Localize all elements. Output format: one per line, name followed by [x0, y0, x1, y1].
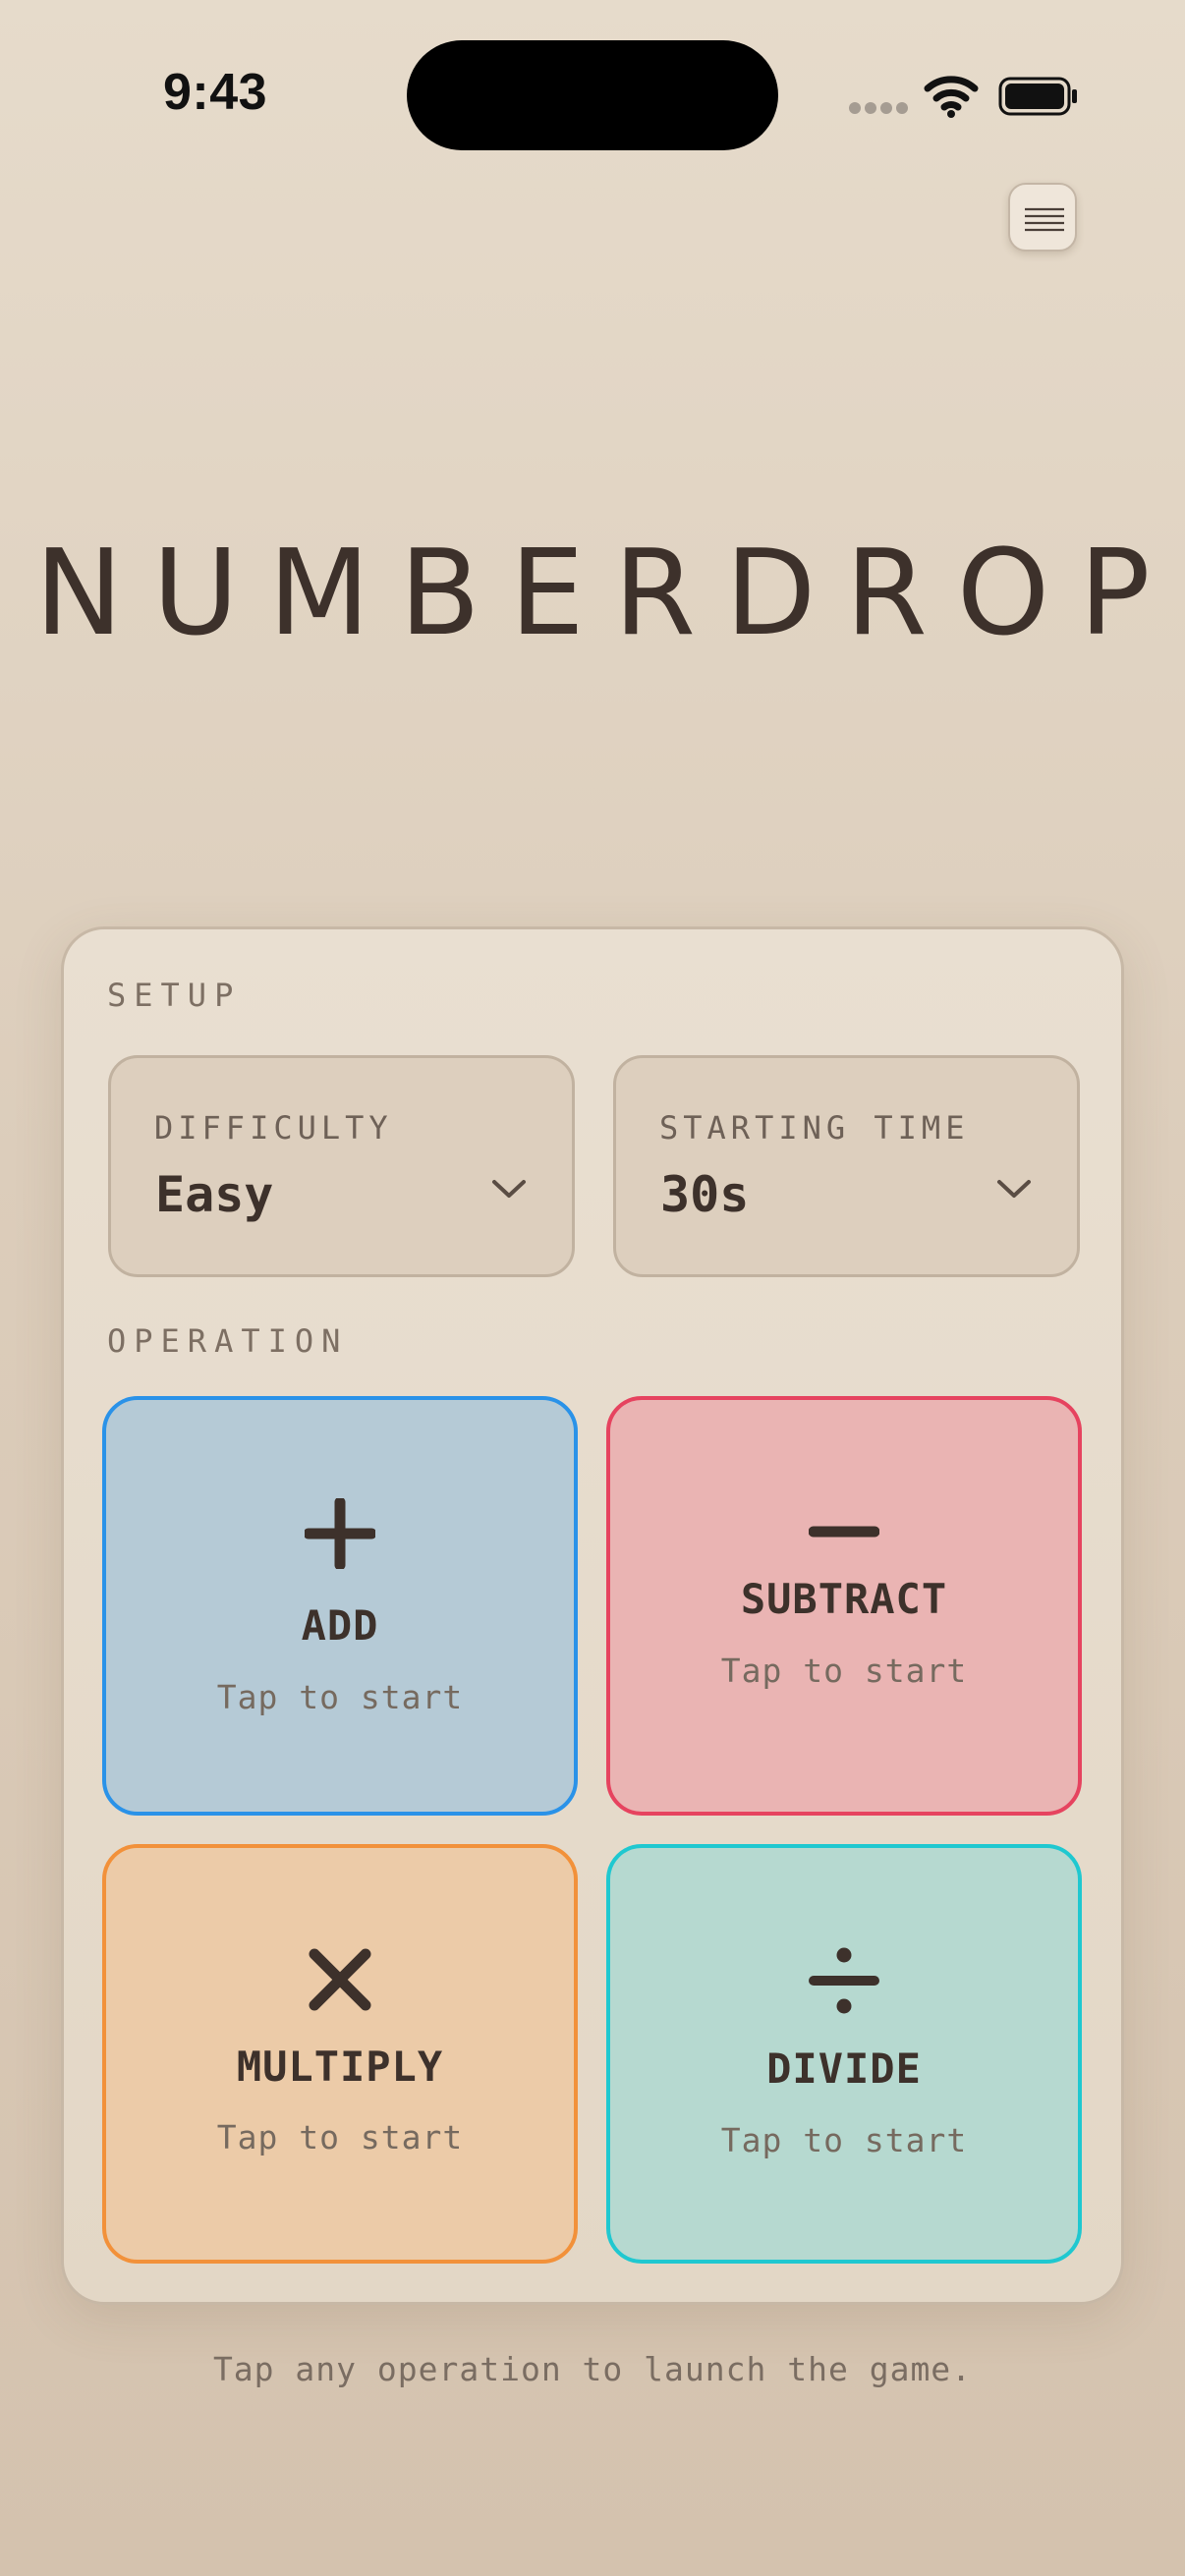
subtract-operation-button[interactable]: SUBTRACT Tap to start — [606, 1396, 1082, 1816]
add-operation-button[interactable]: ADD Tap to start — [102, 1396, 578, 1816]
cellular-signal-icon — [849, 102, 908, 116]
starting-time-value: 30s — [660, 1166, 750, 1223]
difficulty-value: Easy — [155, 1166, 274, 1223]
multiply-label: MULTIPLY — [236, 2043, 444, 2091]
subtract-hint: Tap to start — [720, 1652, 968, 1690]
add-hint: Tap to start — [216, 1678, 464, 1716]
menu-button[interactable] — [1008, 183, 1077, 252]
battery-icon — [998, 77, 1079, 116]
subtract-label: SUBTRACT — [740, 1575, 948, 1623]
status-time: 9:43 — [163, 64, 268, 121]
starting-time-select[interactable]: STARTING TIME 30s — [613, 1055, 1080, 1277]
chevron-down-icon — [997, 1180, 1031, 1198]
hamburger-menu-icon — [1025, 207, 1064, 232]
divide-label: DIVIDE — [766, 2044, 922, 2093]
minus-icon — [809, 1526, 879, 1538]
app-title: NUMBERDROP — [34, 526, 1180, 662]
status-bar: 9:43 — [0, 0, 1185, 187]
divide-operation-button[interactable]: DIVIDE Tap to start — [606, 1844, 1082, 2264]
multiply-icon — [309, 1948, 371, 2011]
wifi-icon — [924, 75, 979, 118]
add-label: ADD — [301, 1601, 379, 1650]
multiply-hint: Tap to start — [216, 2118, 464, 2156]
footer-hint: Tap any operation to launch the game. — [212, 2350, 973, 2388]
divide-hint: Tap to start — [720, 2121, 968, 2159]
setup-section-label: SETUP — [107, 977, 242, 1014]
difficulty-label: DIFFICULTY — [154, 1109, 393, 1147]
multiply-operation-button[interactable]: MULTIPLY Tap to start — [102, 1844, 578, 2264]
chevron-down-icon — [492, 1180, 526, 1198]
divide-icon — [809, 1947, 879, 2014]
dynamic-island — [407, 40, 778, 150]
operation-section-label: OPERATION — [107, 1322, 349, 1360]
difficulty-select[interactable]: DIFFICULTY Easy — [108, 1055, 575, 1277]
starting-time-label: STARTING TIME — [659, 1109, 970, 1147]
plus-icon — [305, 1498, 375, 1569]
